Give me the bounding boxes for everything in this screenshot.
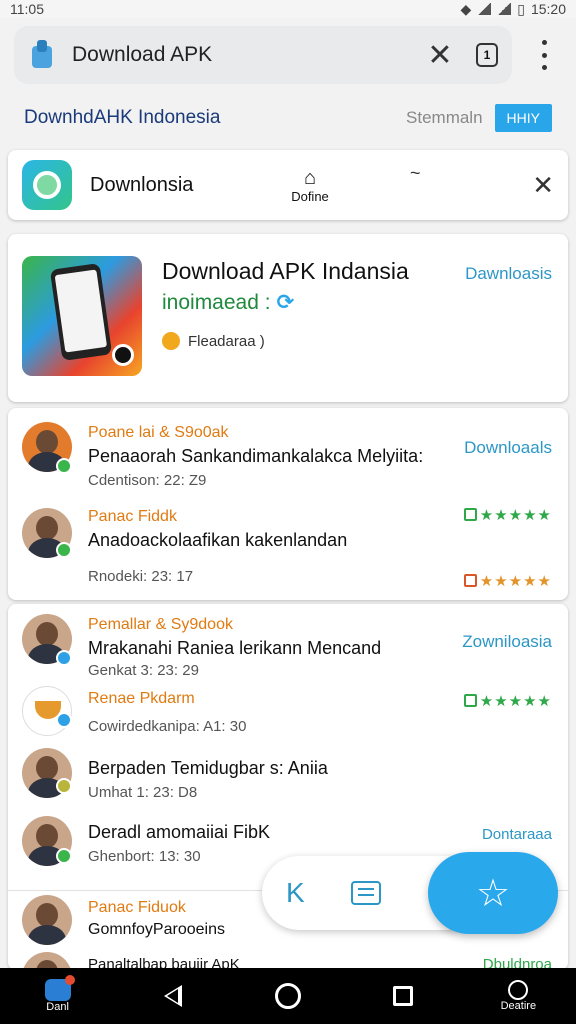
recents-icon [393, 986, 414, 1006]
favorite-fab-button[interactable]: ☆ [428, 852, 558, 934]
star-icon: ☆ [475, 872, 511, 915]
item-message: Penaaorah Sankandimankalakca Melyiita: [88, 446, 424, 466]
circle-icon [508, 980, 529, 1000]
status-icons: ◆ ▯ 15:20 [460, 1, 566, 18]
item-download-link[interactable]: Dontaraaa [482, 826, 552, 843]
recents-button[interactable] [363, 986, 443, 1006]
featured-meta-text: Fleadaraa ) [188, 332, 265, 350]
featured-download-link[interactable]: Dawnloasis [465, 264, 552, 284]
item-message: Mrakanahi Raniea lerikann Mencand [88, 638, 382, 658]
site-favicon-icon [28, 40, 56, 70]
settings-shortcut-label: Deatire [500, 1000, 537, 1012]
item-author[interactable]: Panac Fiddk [88, 508, 177, 526]
item-time: Cdentison: 22: Z9 [88, 472, 207, 489]
verified-badge-icon [56, 712, 72, 728]
coin-icon [162, 332, 180, 350]
rating-box-icon [463, 694, 477, 707]
message-icon[interactable] [350, 881, 381, 905]
rating-stars-text: ★★★★★ [479, 573, 552, 590]
status-bar: 11:05 ◆ ▯ 15:20 [0, 0, 576, 18]
address-bar-title[interactable]: Download APK [72, 43, 420, 67]
item-time: Ghenbort: 13: 30 [88, 848, 201, 865]
avatar[interactable] [22, 686, 72, 736]
item-message: Anadoackolaafikan kakenlandan [88, 530, 348, 550]
item-author[interactable]: Poane lai & S9o0ak [88, 424, 229, 442]
close-banner-icon[interactable]: ✕ [532, 170, 554, 201]
tab-switcher-button[interactable]: 1 [476, 43, 498, 67]
featured-subtitle: inoimaead : ⟳ [162, 290, 294, 315]
verified-badge-icon [56, 458, 72, 474]
item-message: Berpaden Temidugbar s: Aniia [88, 758, 328, 778]
status-right-time: 15:20 [530, 1, 566, 17]
settings-shortcut[interactable]: Deatire [478, 980, 558, 1012]
app-logo-icon [44, 975, 75, 1001]
featured-meta: Fleadaraa ) [162, 332, 265, 350]
item-time: Umhat 1: 23: D8 [88, 784, 198, 801]
system-nav-bar: Danl Deatire [0, 968, 576, 1024]
site-header-button[interactable]: HHIY [494, 104, 552, 132]
more-menu-icon[interactable] [536, 40, 552, 70]
list-item[interactable]: Pemallar & Sy9dook Mrakanahi Raniea leri… [8, 614, 568, 680]
item-author[interactable]: Pemallar & Sy9dook [88, 616, 233, 634]
address-bar[interactable]: Download APK ✕ 1 [14, 26, 512, 84]
featured-app-card[interactable]: Download APK Indansia inoimaead : ⟳ Dawnl… [8, 234, 568, 402]
back-icon [163, 985, 182, 1007]
refresh-icon[interactable]: ⟳ [277, 291, 295, 314]
rating-stars-text: ★★★★★ [479, 693, 552, 710]
battery-icon: ▯ [517, 0, 525, 17]
signal-icon-2 [497, 3, 512, 15]
app-icon [22, 160, 72, 210]
list-item[interactable]: Renae Pkdarm Cowirdedkanipa: A1: 30 ★★★★… [8, 686, 568, 744]
phone-illustration [49, 262, 113, 362]
signal-icon [477, 3, 492, 15]
item-author[interactable]: Renae Pkdarm [88, 690, 195, 708]
rating-box-icon [463, 574, 477, 587]
comment-list-1: Poane lai & S9o0ak Penaaorah Sankandiman… [8, 408, 568, 600]
avatar[interactable] [22, 895, 72, 945]
item-author[interactable]: Panac Fiduok [88, 899, 186, 917]
item-message: GomnfoyParooeins [88, 921, 225, 938]
item-download-link[interactable]: Zowniloasia [462, 632, 552, 652]
list-item[interactable]: Panac Fiddk Anadoackolaafikan kakenlanda… [8, 506, 568, 594]
item-download-link[interactable]: Downloaals [464, 438, 552, 458]
home-button[interactable] [248, 983, 328, 1009]
rating-stars: ★★★★★ [463, 692, 552, 710]
action-button[interactable]: ⌂ Dofine [270, 167, 350, 204]
verified-badge-icon [56, 778, 72, 794]
featured-subtitle-text: inoimaead : [162, 291, 271, 314]
badge-dot [112, 344, 134, 366]
app-shortcut-label: Danl [46, 1001, 69, 1013]
featured-app-image [22, 256, 142, 376]
verified-badge-icon [56, 650, 72, 666]
item-time: Cowirdedkanipa: A1: 30 [88, 718, 247, 735]
verified-badge-icon [56, 542, 72, 558]
download-tray-icon: ⌂ [303, 166, 317, 189]
featured-title[interactable]: Download APK Indansia [162, 258, 409, 285]
list-item[interactable]: Berpaden Temidugbar s: Aniia Umhat 1: 23… [8, 748, 568, 808]
home-icon [274, 983, 301, 1009]
list-item[interactable]: Poane lai & S9o0ak Penaaorah Sankandiman… [8, 422, 568, 502]
verified-badge-icon [56, 848, 72, 864]
app-name: Downlonsia [90, 173, 194, 196]
rating-stars: ★★★★★ [463, 572, 552, 590]
close-icon[interactable]: ✕ [420, 38, 460, 73]
status-time: 11:05 [10, 1, 44, 17]
item-message: Deradl amomaiiai FibK [88, 822, 271, 842]
wifi-icon: ◆ [460, 0, 472, 17]
site-header: DownhdAHK Indonesia Stemmaln HHIY [0, 98, 576, 138]
rating-stars: ★★★★★ [463, 506, 552, 524]
app-banner-card[interactable]: Downlonsia ⌂ Dofine ~ ✕ [8, 150, 568, 220]
k-button[interactable]: K [286, 877, 305, 909]
app-shortcut[interactable]: Danl [18, 975, 98, 1013]
action-label: Dofine [291, 188, 329, 204]
item-time: Genkat 3: 23: 29 [88, 662, 199, 679]
rating-stars-text: ★★★★★ [479, 507, 552, 524]
item-time: Rnodeki: 23: 17 [88, 568, 194, 585]
back-button[interactable] [133, 985, 213, 1007]
list-item[interactable]: Panaltalbap bauiir ApK Dbuldnroa [8, 950, 568, 970]
tilde-icon: ~ [410, 162, 421, 183]
rating-box-icon [463, 508, 477, 521]
site-header-link[interactable]: Stemmaln [406, 108, 483, 128]
site-title[interactable]: DownhdAHK Indonesia [24, 107, 406, 129]
